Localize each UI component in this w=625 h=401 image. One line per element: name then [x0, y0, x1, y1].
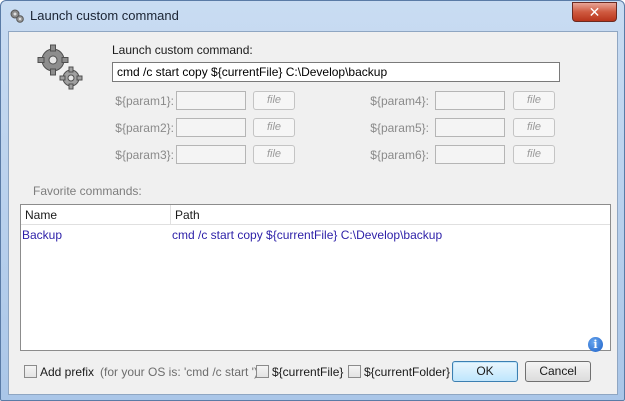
- table-header: Name Path: [21, 205, 610, 225]
- row-path-cell: cmd /c start copy ${currentFile} C:\Deve…: [172, 228, 443, 242]
- column-header-path[interactable]: Path: [175, 208, 200, 222]
- prefix-hint: (for your OS is: 'cmd /c start '): [100, 365, 258, 379]
- title-bar[interactable]: Launch custom command ✕: [1, 1, 624, 31]
- param2-input[interactable]: [176, 118, 246, 137]
- gears-icon: [10, 9, 24, 23]
- param4-file-button[interactable]: file: [513, 91, 555, 110]
- param1-label: ${param1}:: [115, 94, 174, 108]
- param4-label: ${param4}:: [370, 94, 429, 108]
- param1-file-button[interactable]: file: [253, 91, 295, 110]
- dialog-window: Launch custom command ✕ Launch custom co…: [0, 0, 625, 401]
- param4-input[interactable]: [435, 91, 505, 110]
- table-row[interactable]: Backup cmd /c start copy ${currentFile} …: [21, 227, 610, 245]
- close-button[interactable]: ✕: [572, 2, 617, 22]
- info-icon[interactable]: i: [588, 337, 603, 352]
- column-header-name[interactable]: Name: [25, 208, 57, 222]
- current-folder-label: ${currentFolder}: [364, 365, 451, 379]
- gears-icon: [37, 44, 83, 90]
- param3-file-button[interactable]: file: [253, 145, 295, 164]
- add-prefix-label: Add prefix: [40, 365, 95, 379]
- param5-file-button[interactable]: file: [513, 118, 555, 137]
- favorites-label: Favorite commands:: [33, 184, 142, 198]
- window-title: Launch custom command: [30, 8, 179, 23]
- current-folder-checkbox[interactable]: [348, 365, 361, 378]
- current-file-label: ${currentFile}: [272, 365, 344, 379]
- cancel-button[interactable]: Cancel: [525, 361, 591, 382]
- param2-file-button[interactable]: file: [253, 118, 295, 137]
- close-icon: ✕: [588, 4, 601, 20]
- param3-label: ${param3}:: [115, 148, 174, 162]
- add-prefix-checkbox[interactable]: [24, 365, 37, 378]
- param3-input[interactable]: [176, 145, 246, 164]
- param1-input[interactable]: [176, 91, 246, 110]
- param6-label: ${param6}:: [370, 148, 429, 162]
- param5-label: ${param5}:: [370, 121, 429, 135]
- dialog-body: Launch custom command: ${param1}: file $…: [8, 31, 618, 395]
- ok-button[interactable]: OK: [452, 361, 518, 382]
- command-label: Launch custom command:: [112, 43, 253, 57]
- param2-label: ${param2}:: [115, 121, 174, 135]
- row-name-cell: Backup: [22, 228, 63, 242]
- column-divider[interactable]: [170, 205, 171, 225]
- param6-input[interactable]: [435, 145, 505, 164]
- favorites-table[interactable]: Name Path Backup cmd /c start copy ${cur…: [20, 204, 611, 351]
- current-file-checkbox[interactable]: [256, 365, 269, 378]
- param5-input[interactable]: [435, 118, 505, 137]
- command-input[interactable]: [112, 62, 560, 82]
- param6-file-button[interactable]: file: [513, 145, 555, 164]
